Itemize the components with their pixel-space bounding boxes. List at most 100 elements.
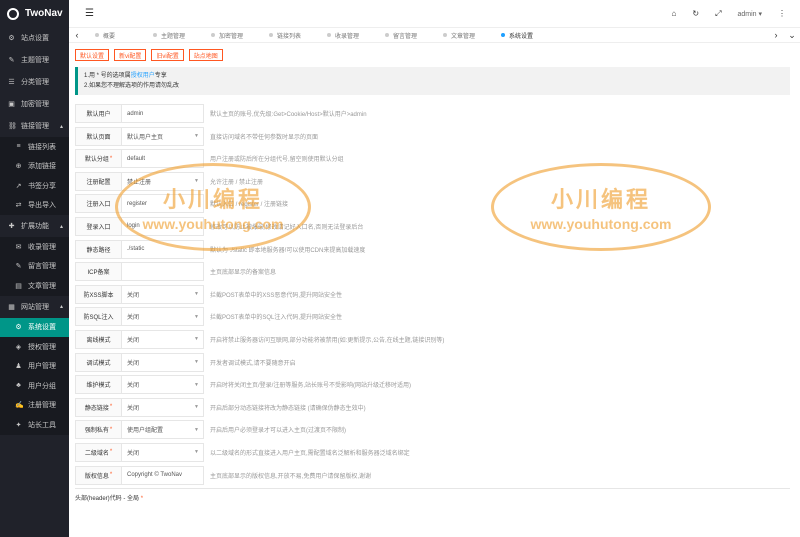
- form-select[interactable]: 关闭 ▼: [122, 284, 204, 304]
- tab-7[interactable]: 文章管理: [433, 31, 491, 40]
- form-input[interactable]: Copyright © TwoNav: [122, 465, 204, 485]
- tab-6[interactable]: 留言管理: [375, 31, 433, 40]
- form-row: 二级域名 * 关闭 ▼ 以二级域名的形式直接进入用户主页,需配置域名泛解析和服务器泛域名…: [75, 442, 790, 462]
- form-input[interactable]: ./static: [122, 239, 204, 259]
- brush-icon: ✎: [8, 57, 15, 64]
- sidebar-item-label: 站长工具: [28, 421, 56, 429]
- form-label: 默认分组 *: [75, 149, 122, 169]
- form-row: 防XSS脚本 关闭 ▼ 拦截POST表单中的XSS恶意代码,提升网站安全性: [75, 284, 790, 304]
- sidebar-item-label: 注册管理: [28, 402, 56, 410]
- form-help-text: 直接访问域名不带任何参数时显示的页面: [210, 134, 319, 141]
- form-row: 维护模式 关闭 ▼ 开启时将关闭主页/登录/注册等服务,站长账号不受影响(网站升级迁移…: [75, 375, 790, 395]
- sidebar-item-label: 添加链接: [28, 163, 56, 171]
- sidebar-item-18[interactable]: ♣ 用户分组: [0, 376, 69, 396]
- form-help-text: 主页底部显示的备案信息: [210, 270, 277, 277]
- sidebar-item-9[interactable]: ⇄ 导出导入: [0, 196, 69, 216]
- sitemap-button[interactable]: 站点地图: [188, 49, 223, 61]
- sidebar-item-1[interactable]: ⚙ 站点设置: [0, 27, 69, 49]
- form-help-text: 以二级域名的形式直接进入用户主页,需配置域名泛解析和服务器泛域名绑定: [210, 450, 410, 457]
- sidebar-item-label: 导出导入: [28, 202, 56, 210]
- tab-bar: ‹ 概要 主题管理 加密管理 链接列表 收录管理 留言管理 文章管理 系统设置 › ⌄: [69, 27, 800, 43]
- form-select[interactable]: 使用户组配置 ▼: [122, 420, 204, 440]
- form-help-text: 拦截POST表单中的XSS恶意代码,提升网站安全性: [210, 292, 343, 299]
- tab-3[interactable]: 加密管理: [201, 31, 259, 40]
- form-label: 离线模式: [75, 329, 122, 349]
- form-input[interactable]: register: [122, 194, 204, 214]
- form-help-text: 主页底部显示的版权信息,开放不易,免费用户请保留版权,谢谢: [210, 473, 372, 480]
- sidebar-item-16[interactable]: ◈ 授权管理: [0, 337, 69, 357]
- sidebar-item-5[interactable]: ⛓ 链接管理 ▴: [0, 115, 69, 137]
- user-icon: ♟: [15, 363, 22, 371]
- form-input[interactable]: default: [122, 149, 204, 169]
- notice-line-2: 2.如果您不理解选项的作用请勿乱改: [84, 83, 180, 89]
- user-menu[interactable]: admin ▾: [737, 10, 762, 18]
- tab-1[interactable]: 概要: [85, 31, 143, 40]
- form-input[interactable]: admin: [122, 104, 204, 123]
- form-select[interactable]: 关闭 ▼: [122, 329, 204, 349]
- sidebar-item-15[interactable]: ⚙ 系统设置: [0, 317, 69, 337]
- old-config-button[interactable]: 旧vi配置: [151, 49, 184, 61]
- sidebar-item-20[interactable]: ✦ 站长工具: [0, 415, 69, 435]
- tab-5[interactable]: 收录管理: [317, 31, 375, 40]
- tab-2[interactable]: 主题管理: [143, 31, 201, 40]
- form-select[interactable]: 禁止注册 ▼: [122, 171, 204, 191]
- tab-dot-icon: [269, 33, 273, 37]
- form-select[interactable]: 默认用户主页 ▼: [122, 126, 204, 146]
- form-label: ICP备案: [75, 262, 122, 282]
- sidebar-item-17[interactable]: ♟ 用户管理: [0, 357, 69, 377]
- home-icon[interactable]: ⌂: [672, 9, 677, 18]
- sidebar-item-8[interactable]: ↗ 书签分享: [0, 176, 69, 196]
- key-icon: ◈: [15, 343, 22, 351]
- sidebar-item-10[interactable]: ✚ 扩展功能 ▴: [0, 215, 69, 237]
- menu-toggle-icon[interactable]: ☰: [85, 8, 94, 19]
- form-label: 静态链接 *: [75, 397, 122, 417]
- tab-label: 系统设置: [509, 33, 534, 40]
- gear-icon: ⚙: [8, 35, 15, 42]
- sidebar-item-4[interactable]: ▣ 加密管理: [0, 93, 69, 115]
- top-header: ☰ ⌂ ↻ ⤢ admin ▾ ⋮: [69, 0, 800, 27]
- form-help-text: 修改可以防止被爆破,修改请记好入口名,否则无法登录后台: [210, 224, 364, 231]
- sidebar-item-6[interactable]: ≡ 链接列表: [0, 137, 69, 157]
- tab-dot-icon: [95, 33, 99, 37]
- form-input[interactable]: [122, 262, 204, 282]
- sidebar-item-label: 收录管理: [28, 243, 56, 251]
- authorized-user-link[interactable]: 授权用户: [131, 73, 155, 79]
- sidebar-item-13[interactable]: ▤ 文章管理: [0, 276, 69, 296]
- fullscreen-icon[interactable]: ⤢: [715, 9, 721, 19]
- form-select[interactable]: 关闭 ▼: [122, 375, 204, 395]
- sidebar-item-label: 分类管理: [21, 79, 49, 86]
- form-label: 强制私有 *: [75, 420, 122, 440]
- sidebar-item-2[interactable]: ✎ 主题管理: [0, 49, 69, 71]
- form-select[interactable]: 关闭 ▼: [122, 352, 204, 372]
- tab-scroll-right-icon[interactable]: ›: [768, 30, 784, 40]
- dropdown-caret-icon: ▼: [194, 178, 199, 185]
- tab-4[interactable]: 链接列表: [259, 31, 317, 40]
- form-row: 离线模式 关闭 ▼ 开启将禁止服务器访问互联网,部分功能将被禁用(如:更新提示,公告,…: [75, 329, 790, 349]
- sidebar-item-11[interactable]: ✉ 收录管理: [0, 237, 69, 257]
- form-select[interactable]: 关闭 ▼: [122, 397, 204, 417]
- default-settings-button[interactable]: 默认设置: [75, 49, 110, 61]
- tab-options-icon[interactable]: ⌄: [784, 30, 800, 41]
- sidebar-item-12[interactable]: ✎ 留言管理: [0, 257, 69, 277]
- form-select[interactable]: 关闭 ▼: [122, 307, 204, 327]
- sidebar-item-3[interactable]: ☰ 分类管理: [0, 71, 69, 93]
- form-label: 登录入口: [75, 216, 122, 236]
- form-help-text: 用户注册或防后所在分组代号,留空则使用默认分组: [210, 157, 344, 164]
- tab-dot-icon: [443, 33, 447, 37]
- form-label: 维护模式: [75, 375, 122, 395]
- tab-8[interactable]: 系统设置: [491, 31, 549, 40]
- sidebar-item-7[interactable]: ⊕ 添加链接: [0, 157, 69, 177]
- form-input[interactable]: login: [122, 216, 204, 236]
- form-select[interactable]: 关闭 ▼: [122, 442, 204, 462]
- tab-label: 主题管理: [161, 33, 186, 40]
- app-logo[interactable]: TwoNav: [0, 0, 69, 27]
- form-row: 静态链接 * 关闭 ▼ 开启后部分动态链接将改为静态链接 (请确保伪静态生效中): [75, 397, 790, 417]
- sidebar: TwoNav ⚙ 站点设置 ✎ 主题管理 ☰ 分类管理 ▣ 加密管理 ⛓ 链接管理 ▴ ≡ 链接列表 ⊕ 添…: [0, 0, 69, 537]
- tab-scroll-left-icon[interactable]: ‹: [69, 30, 85, 40]
- tool-icon: ✦: [15, 421, 22, 429]
- more-icon[interactable]: ⋮: [778, 9, 786, 18]
- new-config-button[interactable]: 新vi配置: [114, 49, 147, 61]
- refresh-icon[interactable]: ↻: [692, 9, 699, 18]
- sidebar-item-14[interactable]: ▦ 网站管理 ▴: [0, 296, 69, 318]
- sidebar-item-19[interactable]: ✍ 注册管理: [0, 396, 69, 416]
